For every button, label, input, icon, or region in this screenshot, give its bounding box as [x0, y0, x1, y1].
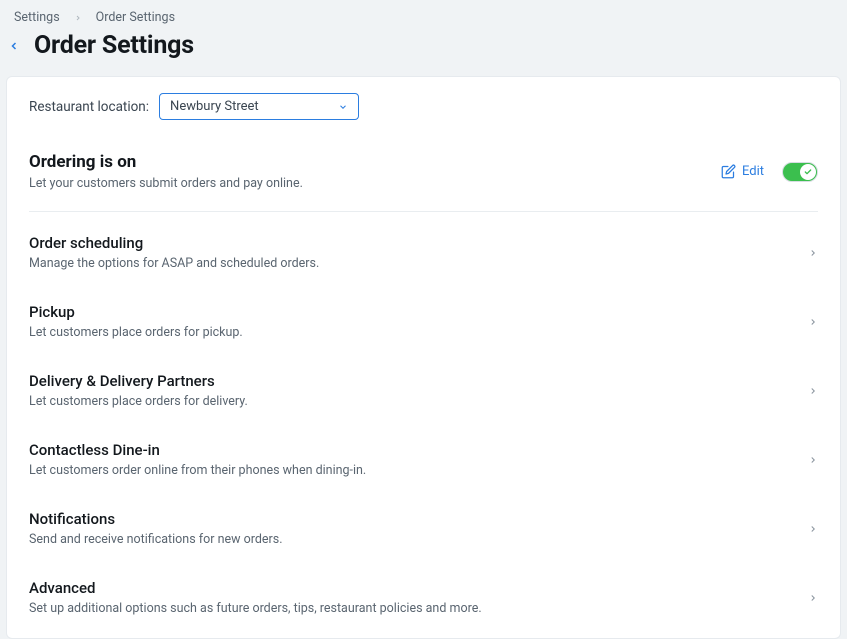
section-list: Order scheduling Manage the options for … — [7, 212, 840, 638]
section-subtitle: Let customers place orders for pickup. — [29, 325, 243, 340]
section-title: Contactless Dine-in — [29, 441, 366, 459]
section-title: Notifications — [29, 510, 283, 528]
section-subtitle: Set up additional options such as future… — [29, 601, 482, 616]
chevron-right-icon — [808, 524, 818, 534]
settings-card: Restaurant location: Newbury Street Orde… — [6, 76, 841, 639]
chevron-right-icon — [808, 386, 818, 396]
title-row: Order Settings — [0, 31, 847, 76]
ordering-subtitle: Let your customers submit orders and pay… — [29, 176, 303, 191]
breadcrumb-parent[interactable]: Settings — [14, 10, 60, 25]
chevron-right-icon — [808, 317, 818, 327]
chevron-right-icon — [808, 455, 818, 465]
toggle-knob — [800, 164, 816, 180]
section-title: Order scheduling — [29, 234, 319, 252]
section-title: Pickup — [29, 303, 243, 321]
section-subtitle: Let customers place orders for delivery. — [29, 394, 248, 409]
location-select[interactable]: Newbury Street — [159, 93, 359, 120]
breadcrumb-current: Order Settings — [96, 10, 175, 25]
breadcrumb: Settings Order Settings — [0, 0, 847, 31]
page-title: Order Settings — [34, 31, 194, 60]
location-row: Restaurant location: Newbury Street — [7, 77, 840, 134]
section-subtitle: Let customers order online from their ph… — [29, 463, 366, 478]
section-contactless-dinein[interactable]: Contactless Dine-in Let customers order … — [7, 423, 840, 492]
chevron-right-icon — [808, 593, 818, 603]
section-title: Advanced — [29, 579, 482, 597]
ordering-title: Ordering is on — [29, 152, 303, 172]
edit-button[interactable]: Edit — [721, 164, 764, 179]
ordering-toggle[interactable] — [782, 162, 818, 182]
ordering-header: Ordering is on Let your customers submit… — [7, 134, 840, 205]
section-subtitle: Manage the options for ASAP and schedule… — [29, 256, 319, 271]
chevron-right-icon — [808, 248, 818, 258]
edit-label: Edit — [742, 164, 764, 179]
chevron-down-icon — [338, 102, 348, 112]
section-notifications[interactable]: Notifications Send and receive notificat… — [7, 492, 840, 561]
pencil-icon — [721, 164, 736, 179]
section-title: Delivery & Delivery Partners — [29, 372, 248, 390]
section-pickup[interactable]: Pickup Let customers place orders for pi… — [7, 285, 840, 354]
section-subtitle: Send and receive notifications for new o… — [29, 532, 283, 547]
section-order-scheduling[interactable]: Order scheduling Manage the options for … — [7, 216, 840, 285]
location-label: Restaurant location: — [29, 99, 149, 115]
location-selected-value: Newbury Street — [170, 99, 259, 114]
back-button[interactable] — [6, 40, 22, 52]
chevron-right-icon — [74, 14, 82, 22]
section-delivery[interactable]: Delivery & Delivery Partners Let custome… — [7, 354, 840, 423]
section-advanced[interactable]: Advanced Set up additional options such … — [7, 561, 840, 630]
